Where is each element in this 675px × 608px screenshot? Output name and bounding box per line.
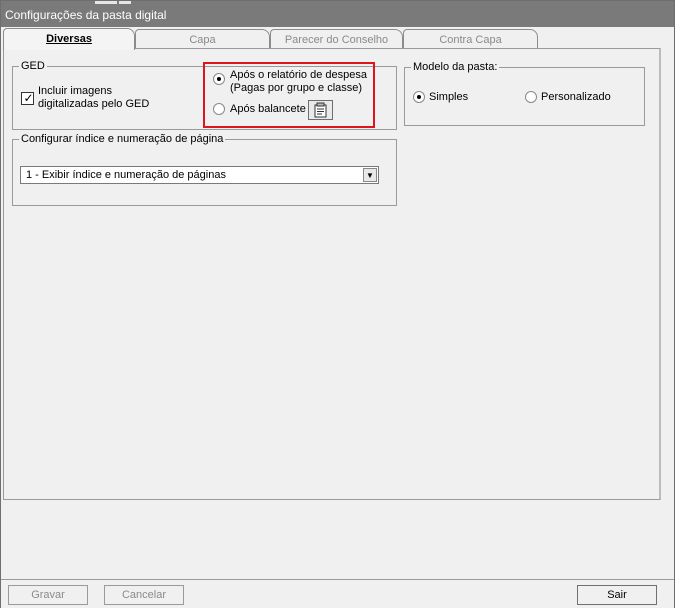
- index-config-select[interactable]: 1 - Exibir índice e numeração de páginas…: [20, 166, 379, 184]
- exit-button-label: Sair: [607, 589, 627, 601]
- settings-window: Configurações da pasta digital Diversas …: [0, 0, 675, 608]
- after-balance-label: Após balancete: [230, 103, 306, 115]
- tab-diversas[interactable]: Diversas: [3, 28, 135, 50]
- tab-parecer-do-conselho[interactable]: Parecer do Conselho: [270, 29, 403, 49]
- exit-button[interactable]: Sair: [577, 585, 657, 605]
- cancel-button[interactable]: Cancelar: [104, 585, 184, 605]
- after-expense-report-radio[interactable]: [213, 73, 225, 85]
- dropdown-arrow-icon[interactable]: ▼: [363, 168, 377, 182]
- index-config-legend: Configurar índice e numeração de página: [21, 133, 224, 145]
- simple-model-label: Simples: [429, 91, 469, 103]
- include-images-checkbox[interactable]: ✓: [21, 91, 34, 105]
- include-images-label-line1: Incluir imagens: [38, 85, 112, 97]
- folder-model-legend: Modelo da pasta:: [413, 61, 498, 73]
- save-button[interactable]: Gravar: [8, 585, 88, 605]
- custom-model-label: Personalizado: [541, 91, 611, 103]
- panel-margin: [662, 48, 674, 500]
- after-expense-report-label: Após o relatório de despesa: [230, 69, 367, 81]
- after-expense-report-sublabel: (Pagas por grupo e classe): [230, 82, 363, 94]
- tab-capa[interactable]: Capa: [135, 29, 270, 49]
- button-bar: Gravar Cancelar Sair: [1, 579, 674, 608]
- check-mark-icon: ✓: [23, 91, 34, 105]
- tab-contra-capa[interactable]: Contra Capa: [403, 29, 538, 49]
- ged-legend: GED: [21, 60, 45, 72]
- tab-strip: Diversas Capa Parecer do Conselho Contra…: [1, 28, 674, 50]
- tab-diversas-label: Diversas: [46, 33, 92, 45]
- after-balance-radio[interactable]: [213, 103, 225, 115]
- properties-icon: [314, 102, 327, 118]
- index-config-value: 1 - Exibir índice e numeração de páginas: [26, 169, 226, 181]
- tab-contra-capa-label: Contra Capa: [439, 34, 502, 46]
- title-bar: Configurações da pasta digital: [1, 1, 674, 27]
- tab-parecer-label: Parecer do Conselho: [284, 34, 389, 46]
- save-button-label: Gravar: [31, 589, 65, 601]
- tab-capa-label: Capa: [189, 34, 216, 46]
- simple-model-radio[interactable]: [413, 91, 425, 103]
- window-title: Configurações da pasta digital: [5, 8, 167, 22]
- custom-model-radio[interactable]: [525, 91, 537, 103]
- cancel-button-label: Cancelar: [121, 589, 167, 601]
- include-images-label-line2: digitalizadas pelo GED: [38, 98, 150, 110]
- balance-settings-button[interactable]: [308, 100, 333, 120]
